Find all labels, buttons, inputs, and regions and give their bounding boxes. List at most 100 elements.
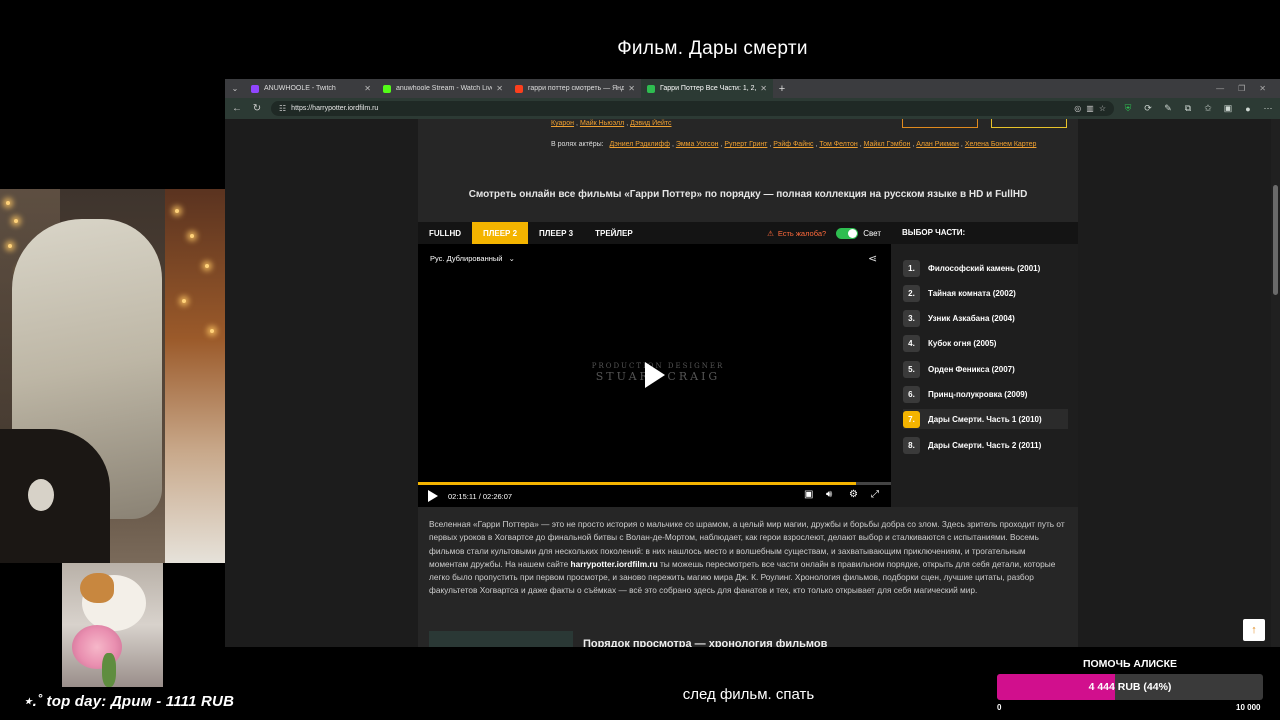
part-number: 7. — [903, 410, 920, 428]
playback-time: 02:15:11 / 02:26:07 — [448, 492, 513, 501]
close-tab-icon[interactable]: ✕ — [760, 84, 767, 93]
player-tab-bar: FULLHD ПЛЕЕР 2 ПЛЕЕР 3 ТРЕЙЛЕР ⚠ Есть жа… — [418, 222, 891, 244]
volume-icon[interactable]: 🔊︎ — [826, 489, 832, 500]
part-item[interactable]: 4. Кубок огня (2005) — [903, 333, 1068, 353]
reader-mode-icon[interactable]: ▥ — [1086, 104, 1094, 113]
action-button[interactable] — [902, 119, 978, 128]
part-item[interactable]: 3. Узник Азкабана (2004) — [903, 308, 1068, 328]
favorites-icon[interactable]: ✩ — [1202, 103, 1214, 114]
profile-avatar-icon[interactable]: ● — [1242, 104, 1254, 114]
fullscreen-icon[interactable]: ⤢ — [871, 489, 879, 500]
part-item[interactable]: 8. Дары Смерти. Часть 2 (2011) — [903, 435, 1068, 455]
refresh-extension-icon[interactable]: ⟳ — [1142, 103, 1154, 114]
actor-link[interactable]: Дэниел Рэдклифф — [610, 141, 670, 148]
tab-player-2[interactable]: ПЛЕЕР 2 — [472, 222, 529, 244]
part-title: Узник Азкабана (2004) — [928, 313, 1015, 323]
cast-row: В ролях актёры: Дэниел Рэдклифф, Эмма Уо… — [551, 141, 1037, 148]
maximize-icon[interactable]: ❐ — [1238, 84, 1245, 93]
part-number: 1. — [903, 259, 920, 277]
director-link[interactable]: Куарон — [551, 120, 574, 127]
part-item[interactable]: 6. Принц-полукровка (2009) — [903, 384, 1068, 404]
tab-player-3[interactable]: ПЛЕЕР 3 — [528, 222, 584, 244]
part-item-active[interactable]: 7. Дары Смерти. Часть 1 (2010) — [903, 409, 1068, 429]
actor-link[interactable]: Эмма Уотсон — [676, 141, 719, 148]
complaint-label: Есть жалоба? — [777, 228, 827, 238]
warning-icon: ⚠ — [767, 228, 774, 238]
light-toggle[interactable] — [836, 227, 859, 239]
part-title: Философский камень (2001) — [928, 263, 1041, 273]
site-info-icon[interactable]: ☷ — [279, 104, 286, 113]
actor-link[interactable]: Том Фелтон — [819, 141, 857, 148]
reload-icon[interactable]: ↻ — [251, 103, 263, 114]
tab-harrypotter[interactable]: Гарри Поттер Все Части: 1, 2, 3, ✕ — [641, 79, 773, 98]
audio-track-label: Рус. Дублированный — [430, 254, 503, 263]
fairy-light — [190, 234, 194, 238]
actor-link[interactable]: Рэйф Файнс — [773, 141, 813, 148]
tab-kick[interactable]: anuwhoole Stream - Watch Live o ✕ — [377, 79, 509, 98]
play-icon[interactable] — [645, 362, 665, 388]
webcam-paw — [28, 479, 54, 511]
tab-trailer[interactable]: ТРЕЙЛЕР — [584, 222, 644, 244]
tab-label: гарри поттер смотреть — Яндекс — [528, 85, 625, 92]
director-link[interactable]: Майк Ньюэлл — [580, 120, 624, 127]
tab-fullhd[interactable]: FULLHD — [418, 222, 472, 244]
cat-fur-patch — [80, 573, 114, 603]
actor-link[interactable]: Хелена Бонем Картер — [965, 141, 1037, 148]
minimize-icon[interactable]: — — [1216, 84, 1224, 93]
bookmark-star-icon[interactable]: ☆ — [1099, 104, 1106, 113]
video-player[interactable]: Рус. Дублированный ⌄ ⋖ PRODUCTION DESIGN… — [418, 244, 891, 507]
director-link[interactable]: Дэвид Йейтс — [630, 120, 671, 127]
pip-icon[interactable]: ▣ — [804, 489, 813, 500]
back-icon[interactable]: ← — [231, 103, 243, 114]
tab-yandex[interactable]: гарри поттер смотреть — Яндекс ✕ — [509, 79, 641, 98]
scrollbar-thumb[interactable] — [1273, 185, 1278, 295]
part-item[interactable]: 2. Тайная комната (2002) — [903, 283, 1068, 303]
complaint-link[interactable]: ⚠ Есть жалоба? — [767, 229, 836, 238]
play-button-icon[interactable] — [428, 490, 438, 502]
yandex-icon — [515, 84, 523, 93]
audio-track-select[interactable]: Рус. Дублированный ⌄ — [430, 254, 515, 263]
close-tab-icon[interactable]: ✕ — [628, 84, 635, 93]
video-progress-bar[interactable] — [418, 482, 891, 485]
flower-stem — [102, 653, 116, 687]
part-item[interactable]: 1. Философский камень (2001) — [903, 258, 1068, 278]
actor-link[interactable]: Руперт Гринт — [724, 141, 767, 148]
tab-label: ANUWHOOLE - Twitch — [264, 85, 336, 92]
close-window-icon[interactable]: ✕ — [1259, 84, 1266, 93]
close-tab-icon[interactable]: ✕ — [364, 84, 371, 93]
part-number: 6. — [903, 385, 920, 403]
donation-min: 0 — [997, 703, 1002, 712]
action-button[interactable] — [991, 119, 1067, 128]
donation-progress-bar: 4 444 RUB (44%) — [997, 674, 1263, 700]
twitch-icon — [251, 84, 259, 93]
chronology-thumbnail[interactable] — [429, 631, 573, 647]
close-tab-icon[interactable]: ✕ — [496, 84, 503, 93]
new-tab-button[interactable]: + — [773, 83, 791, 95]
tab-label: Гарри Поттер Все Части: 1, 2, 3, — [660, 85, 757, 92]
actor-link[interactable]: Майкл Гэмбон — [864, 141, 911, 148]
url-field[interactable]: ☷ https://harrypotter.iordfilm.ru ◎ ▥ ☆ — [271, 101, 1114, 116]
tab-search-dropdown[interactable]: ⌄ — [225, 79, 245, 98]
window-controls: — ❐ ✕ — [1216, 84, 1280, 93]
tab-twitch[interactable]: ANUWHOOLE - Twitch ✕ — [245, 79, 377, 98]
share-icon[interactable]: ⋖ — [868, 252, 877, 265]
webcam-window — [165, 189, 226, 563]
collections-icon[interactable]: ▣ — [1222, 103, 1234, 114]
url-text: https://harrypotter.iordfilm.ru — [291, 105, 379, 112]
extensions-icon[interactable]: ✎ — [1162, 103, 1174, 114]
gear-icon[interactable]: ⚙ — [849, 489, 858, 500]
more-menu-icon[interactable]: ⋯ — [1262, 103, 1274, 114]
part-item[interactable]: 5. Орден Феникса (2007) — [903, 359, 1068, 379]
actor-link[interactable]: Алан Рикман — [916, 141, 959, 148]
fairy-light — [175, 209, 179, 213]
split-screen-icon[interactable]: ⧉ — [1182, 103, 1194, 114]
directors-row: Куарон, Майк Ньюэлл, Дэвид Йейтс — [551, 120, 672, 127]
scrollbar[interactable] — [1271, 119, 1280, 647]
streamer-webcam — [0, 189, 226, 563]
shield-icon[interactable]: ⛨ — [1122, 103, 1134, 114]
circle-icon[interactable]: ◎ — [1074, 104, 1081, 113]
scroll-to-top-button[interactable]: ↑ — [1243, 619, 1265, 641]
part-title: Дары Смерти. Часть 2 (2011) — [928, 440, 1042, 450]
fairy-light — [8, 244, 12, 248]
parts-panel: ВЫБОР ЧАСТИ: 1. Философский камень (2001… — [891, 222, 1078, 507]
